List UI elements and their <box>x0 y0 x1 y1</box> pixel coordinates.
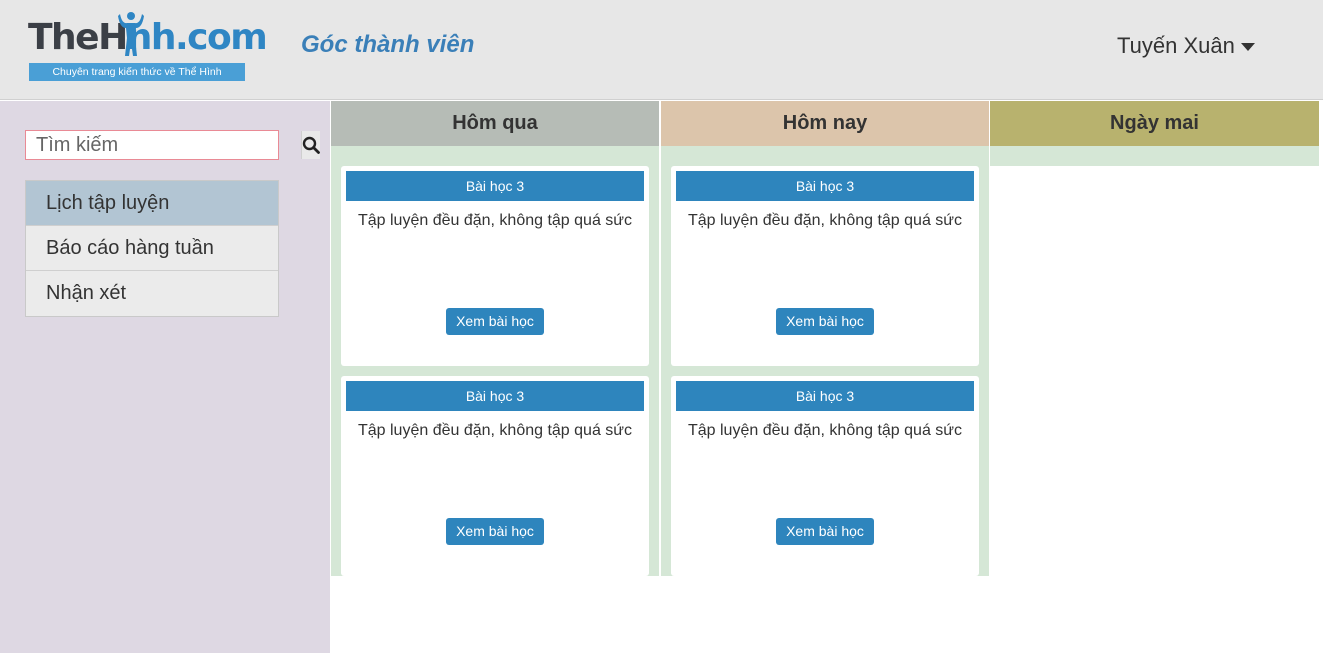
column-tomorrow: Ngày mai <box>990 101 1319 166</box>
column-header: Ngày mai <box>990 101 1319 146</box>
lesson-description: Tập luyện đều đặn, không tập quá sức <box>357 212 632 229</box>
sidebar-item-comments[interactable]: Nhận xét <box>26 271 278 316</box>
lesson-card: Bài học 3 Tập luyện đều đặn, không tập q… <box>671 376 979 576</box>
column-header: Hôm qua <box>331 101 659 146</box>
user-menu-dropdown[interactable]: Tuyến Xuân <box>1117 32 1255 60</box>
view-lesson-button[interactable]: Xem bài học <box>776 518 874 545</box>
search-icon <box>302 136 320 154</box>
sidebar-item-training-schedule[interactable]: Lịch tập luyện <box>26 181 278 226</box>
lesson-card: Bài học 3 Tập luyện đều đặn, không tập q… <box>341 376 649 576</box>
column-body: Bài học 3 Tập luyện đều đặn, không tập q… <box>331 146 659 576</box>
column-today: Hôm nay Bài học 3 Tập luyện đều đặn, khô… <box>661 101 989 586</box>
lesson-title: Bài học 3 <box>346 381 644 411</box>
sidebar: Lịch tập luyện Báo cáo hàng tuần Nhận xé… <box>0 101 330 653</box>
view-lesson-button[interactable]: Xem bài học <box>446 518 544 545</box>
logo-text-part1: TheH <box>28 17 128 58</box>
view-lesson-button[interactable]: Xem bài học <box>446 308 544 335</box>
logo-text-part2: nh.com <box>126 17 268 58</box>
lesson-title: Bài học 3 <box>346 171 644 201</box>
column-body: Bài học 3 Tập luyện đều đặn, không tập q… <box>661 146 989 576</box>
column-yesterday: Hôm qua Bài học 3 Tập luyện đều đặn, khô… <box>331 101 659 586</box>
site-logo[interactable]: TheHnh.com Chuyên trang kiến thức về Thể… <box>28 10 268 82</box>
user-name: Tuyến Xuân <box>1117 33 1235 58</box>
lesson-description: Tập luyện đều đặn, không tập quá sức <box>357 422 632 439</box>
bodybuilder-logo-icon <box>118 12 144 56</box>
lesson-description: Tập luyện đều đặn, không tập quá sức <box>687 212 962 229</box>
search-button[interactable] <box>301 131 320 159</box>
search-input[interactable] <box>26 131 301 159</box>
lesson-card: Bài học 3 Tập luyện đều đặn, không tập q… <box>341 166 649 366</box>
logo-tagline: Chuyên trang kiến thức về Thể Hình <box>29 63 245 81</box>
caret-down-icon <box>1240 43 1255 51</box>
page-title: Góc thành viên <box>301 31 475 58</box>
sidebar-item-weekly-report[interactable]: Báo cáo hàng tuần <box>26 226 278 271</box>
view-lesson-button[interactable]: Xem bài học <box>776 308 874 335</box>
column-header: Hôm nay <box>661 101 989 146</box>
search-box <box>25 130 320 160</box>
column-body <box>990 146 1319 166</box>
lesson-title: Bài học 3 <box>676 381 974 411</box>
lesson-description: Tập luyện đều đặn, không tập quá sức <box>687 422 962 439</box>
sidebar-nav: Lịch tập luyện Báo cáo hàng tuần Nhận xé… <box>25 180 279 317</box>
lesson-title: Bài học 3 <box>676 171 974 201</box>
top-header: TheHnh.com Chuyên trang kiến thức về Thể… <box>0 0 1323 100</box>
lesson-card: Bài học 3 Tập luyện đều đặn, không tập q… <box>671 166 979 366</box>
